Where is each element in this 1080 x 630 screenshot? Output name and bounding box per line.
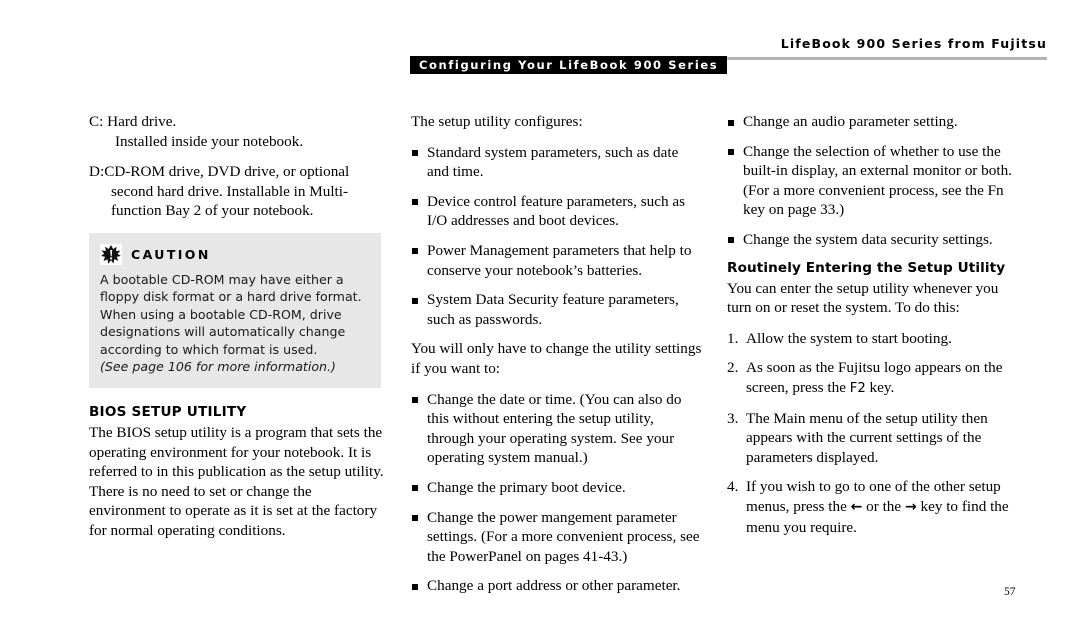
step-text: Allow the system to start booting. — [746, 329, 952, 347]
bios-setup-paragraph: The BIOS setup utility is a program that… — [89, 424, 384, 539]
caution-burst-icon — [100, 243, 122, 265]
list-item: 1. Allow the system to start booting. — [727, 329, 1019, 349]
list-item: Device control feature parameters, such … — [411, 192, 703, 231]
list-item: 3. The Main menu of the setup utility the… — [727, 409, 1019, 468]
list-item: Change the system data security settings… — [727, 230, 1019, 250]
caution-box: CAUTION A bootable CD-ROM may have eithe… — [89, 233, 381, 388]
configures-intro: The setup utility configures: — [411, 113, 583, 130]
arrow-right-icon: → — [904, 498, 917, 515]
routinely-entering-heading: Routinely Entering the Setup Utility — [727, 259, 1006, 276]
drive-c-detail: Installed inside your notebook. — [115, 132, 304, 150]
routinely-steps-list: 1. Allow the system to start booting. 2. A… — [727, 329, 1019, 537]
list-item: System Data Security feature parameters,… — [411, 290, 703, 329]
middle-column: The setup utility configures: Standard s… — [411, 112, 703, 606]
caution-header: CAUTION — [100, 243, 369, 265]
arrow-left-icon: ← — [850, 498, 863, 515]
configures-list: Standard system parameters, such as date… — [411, 143, 703, 330]
step-text: The Main menu of the setup utility then … — [746, 409, 988, 466]
step-number: 4. — [727, 478, 739, 496]
drive-d-entry: D:CD-ROM drive, DVD drive, or optional s… — [89, 162, 381, 221]
list-item: 4. If you wish to go to one of the other … — [727, 477, 1019, 537]
step-number: 1. — [727, 329, 739, 347]
drive-c-title: Hard drive. — [107, 113, 177, 130]
drive-d-text: CD-ROM drive, DVD drive, or optional sec… — [104, 163, 350, 220]
step-number: 2. — [727, 359, 739, 377]
bios-setup-section: BIOS SETUP UTILITY The BIOS setup utilit… — [89, 404, 385, 552]
list-item: Change an audio parameter setting. — [727, 112, 1019, 132]
list-item: 2. As soon as the Fujitsu logo appears on… — [727, 358, 1019, 398]
list-item: Power Management parameters that help to… — [411, 241, 703, 280]
list-item: Change the date or time. (You can also d… — [411, 390, 703, 468]
list-item-text: Change the selection of whether to use t… — [743, 142, 1012, 219]
list-item: Change a port address or other parameter… — [411, 576, 703, 596]
chapter-tab-label: Configuring Your LifeBook 900 Series — [410, 56, 728, 74]
change-settings-list: Change the date or time. (You can also d… — [411, 390, 703, 596]
caution-note-text: (See page 106 for more information.) — [100, 359, 336, 375]
step-text-after: key. — [865, 378, 895, 396]
f2-key-label: F2 — [849, 380, 866, 396]
right-column: Change an audio parameter setting. Chang… — [727, 112, 1019, 547]
drive-d-label: D: — [89, 163, 105, 181]
caution-body-text: A bootable CD-ROM may have either a flop… — [100, 272, 362, 357]
routinely-entering-paragraph: You can enter the setup utility whenever… — [727, 279, 999, 317]
change-settings-list-continued: Change an audio parameter setting. Chang… — [727, 112, 1019, 250]
left-column: C: Hard drive. Installed inside your not… — [89, 112, 381, 232]
list-item: Change the selection of whether to use t… — [727, 142, 1019, 220]
running-header-title: LifeBook 900 Series from Fujitsu — [780, 36, 1047, 51]
list-item: Change the power mangement parameter set… — [411, 508, 703, 567]
caution-title: CAUTION — [131, 246, 211, 262]
change-settings-intro: You will only have to change the utility… — [411, 340, 702, 377]
step-number: 3. — [727, 409, 739, 427]
drive-c-entry: C: Hard drive. Installed inside your not… — [89, 112, 381, 151]
step-text-middle: or the — [862, 497, 905, 515]
list-item: Change the primary boot device. — [411, 478, 703, 498]
drive-c-label: C: — [89, 113, 104, 130]
page-number: 57 — [1004, 586, 1016, 598]
bios-setup-heading: BIOS SETUP UTILITY — [89, 404, 247, 420]
list-item: Standard system parameters, such as date… — [411, 143, 703, 182]
